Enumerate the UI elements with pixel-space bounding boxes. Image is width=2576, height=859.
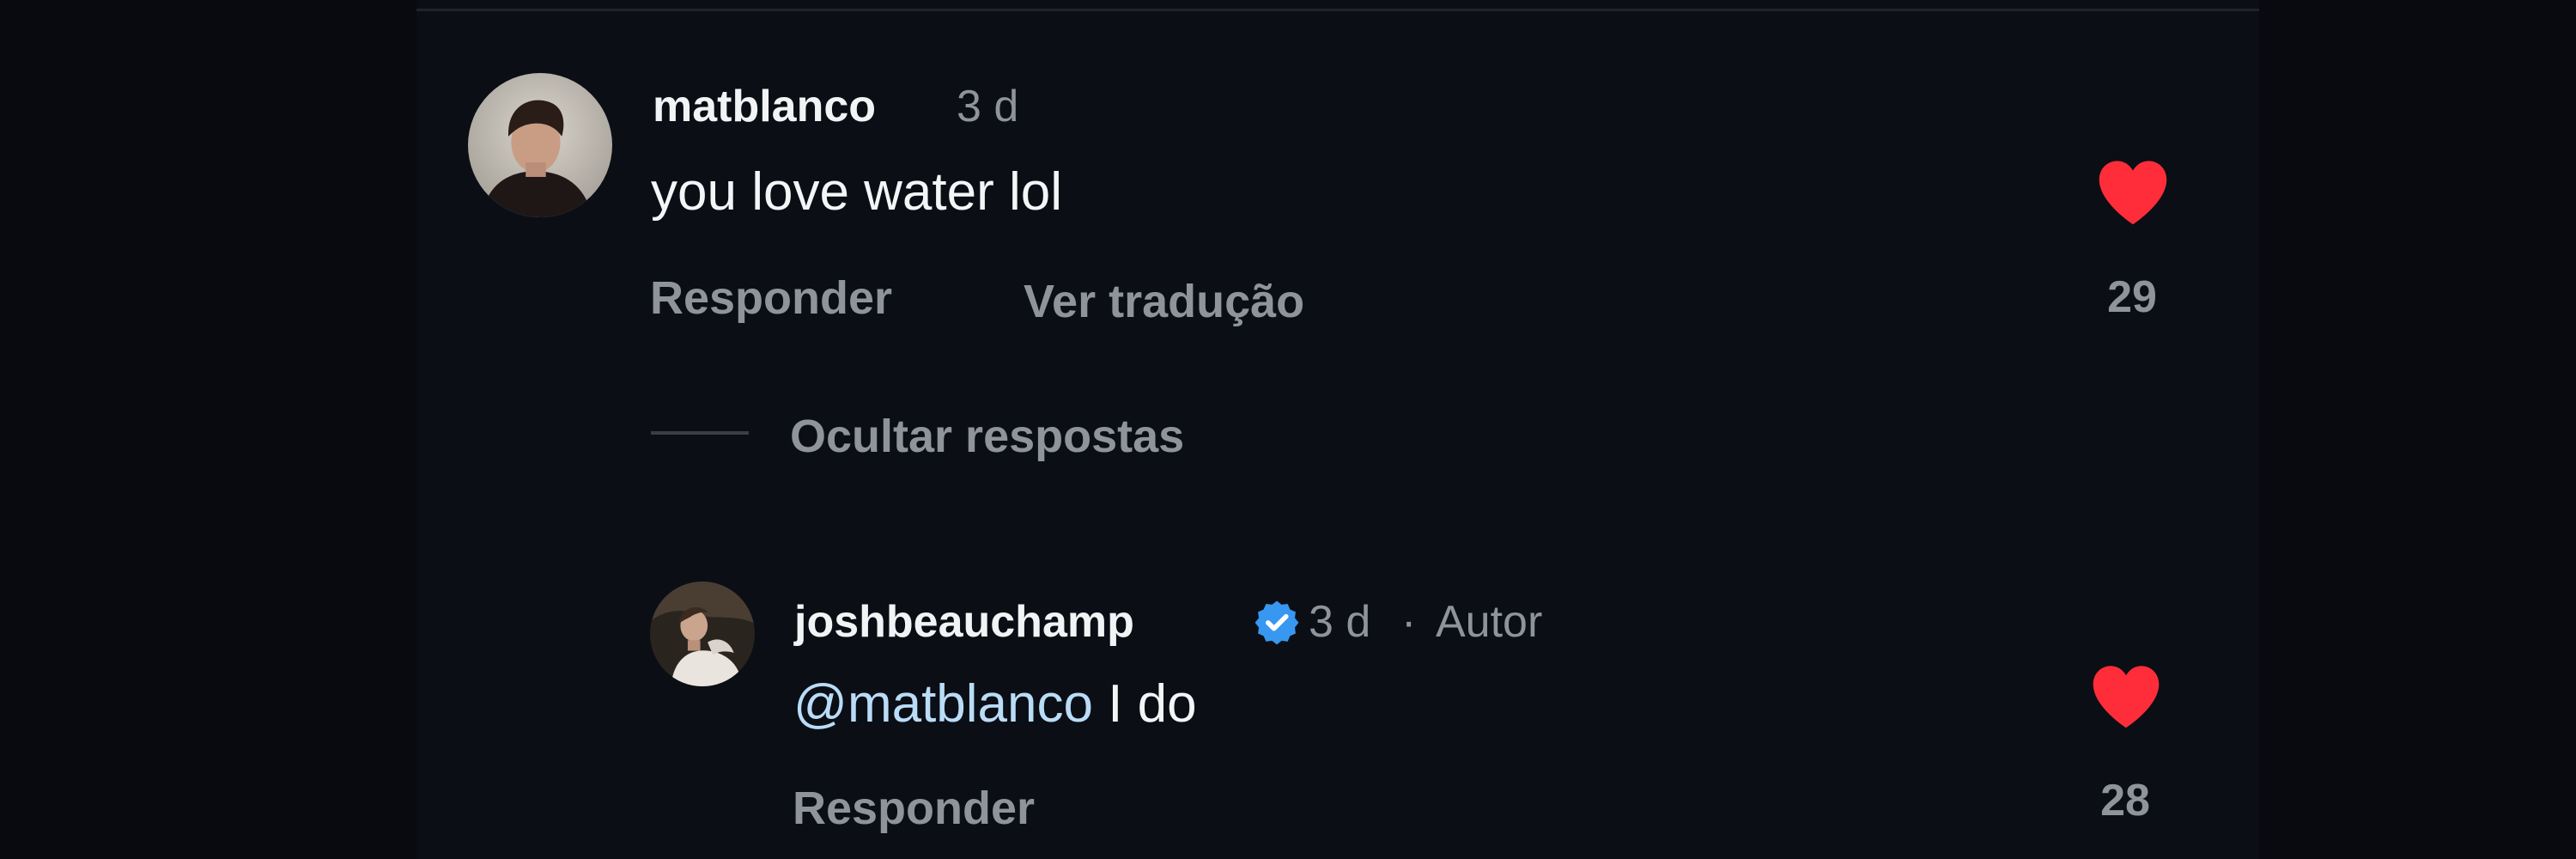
reply-body: I do [1108,674,1197,734]
author-tag: Autor [1436,597,1543,647]
profile-photo-icon [468,73,612,217]
reply-author-avatar[interactable] [650,582,755,686]
heart-icon[interactable] [2095,157,2171,226]
like-count: 28 [2100,776,2150,825]
comment-text: you love water lol [651,162,1063,222]
reply-text: @matblanco I do [793,673,1197,735]
thread-line [651,431,749,435]
comment-age: 3 d [957,82,1019,131]
reply-age: 3 d [1309,597,1371,647]
translate-button[interactable]: Ver tradução [1024,275,1304,328]
reply-button[interactable]: Responder [793,782,1035,835]
profile-photo-icon [650,582,755,686]
verified-badge-icon [1253,598,1301,646]
top-divider [416,9,2259,11]
commenter-avatar[interactable] [468,73,612,217]
like-count: 29 [2107,272,2157,322]
commenter-username[interactable]: matblanco [653,81,876,132]
heart-icon[interactable] [2089,662,2163,729]
meta-separator: · [1401,597,1417,647]
comments-screen: matblanco 3 d you love water lol Respond… [0,0,2576,859]
mention-link[interactable]: @matblanco [793,674,1093,734]
reply-author-username[interactable]: joshbeauchamp [794,596,1134,648]
reply-button[interactable]: Responder [650,271,892,325]
hide-replies-button[interactable]: Ocultar respostas [790,410,1184,463]
